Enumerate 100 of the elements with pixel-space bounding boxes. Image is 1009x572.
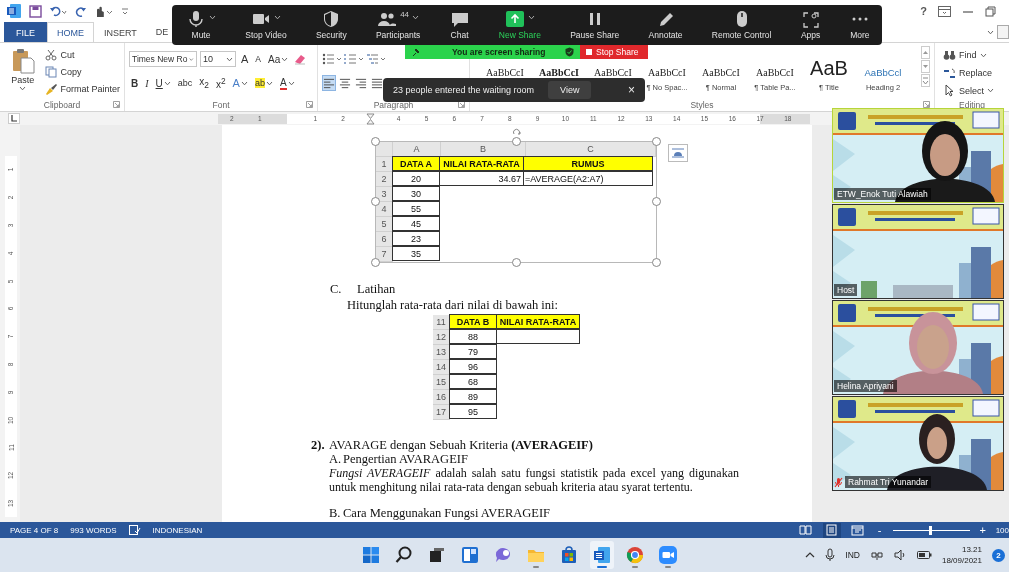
paste-button[interactable]: Paste (4, 46, 42, 98)
participant-name: Host (834, 284, 858, 296)
clipboard-command[interactable]: Copy (45, 64, 120, 79)
ribbon-tab[interactable]: HOME (47, 22, 94, 42)
input-language-button[interactable]: IND (845, 550, 860, 560)
list-marker: 2). (311, 438, 326, 452)
view-button[interactable]: View (548, 81, 592, 99)
section-heading: AVARAGE dengan Sebuah Kriteria (AVERAGEIF) (329, 438, 593, 452)
table-cell: RUMUS (523, 156, 653, 171)
zoom-out-button[interactable]: - (874, 524, 885, 536)
clipboard-command[interactable]: Cut (45, 47, 120, 62)
format-button[interactable]: A (239, 50, 251, 68)
style-preview[interactable]: AaBbCcI (594, 60, 632, 78)
meeting-mic-button[interactable]: Mute (186, 10, 216, 40)
format-button[interactable]: A (230, 74, 250, 92)
section-heading: Latihan (357, 282, 396, 296)
format-button[interactable]: x$^{2}$ (213, 74, 228, 92)
notification-badge[interactable]: 2 (992, 548, 1005, 562)
participant-name: Rahmat Tri Yunandar (845, 476, 932, 488)
style-preview[interactable]: AaBbCcl (864, 60, 902, 78)
stop-share-button[interactable]: Stop Share (580, 45, 648, 59)
ribbon-tab[interactable]: DE (146, 22, 169, 42)
table-cell: 55 (392, 201, 440, 216)
subsection-heading: Pengertian AVARAGEIF (343, 452, 468, 466)
participant-count: 44 (400, 10, 410, 19)
meeting-apps-button[interactable]: Apps (800, 10, 821, 40)
group-label: Styles (690, 99, 714, 110)
group-label: Font (212, 99, 230, 110)
clock[interactable]: 13.21 18/09/2021 (941, 544, 982, 566)
list-marker: A. (329, 452, 343, 466)
notification-text: 23 people entered the waiting room (393, 85, 535, 95)
meeting-video-button[interactable]: Stop Video (245, 10, 287, 40)
style-preview[interactable]: AaB (810, 56, 848, 78)
table-cell: 68 (449, 374, 497, 389)
video-tile[interactable]: ETW_Enok Tuti Alawiah (832, 108, 1004, 203)
participant-name: ETW_Enok Tuti Alawiah (834, 188, 931, 200)
table-cell: NILAI RATA-RATA (439, 156, 524, 171)
editing-command[interactable]: Select (943, 83, 994, 98)
table-cell: 96 (449, 359, 497, 374)
format-button[interactable]: U (153, 74, 173, 92)
table-cell: 23 (392, 231, 440, 246)
status-text: PAGE 4 OF 8 (10, 525, 59, 535)
group-label: Clipboard (43, 99, 81, 110)
language-button[interactable]: INDONESIAN (152, 525, 203, 535)
ribbon-tab[interactable]: INSERT (94, 22, 147, 42)
table-cell: 30 (392, 186, 440, 201)
table-cell: NILAI RATA-RATA (496, 314, 580, 329)
instruction-text: Hitunglah rata-rata dari nilai di bawah ini: (347, 298, 560, 312)
clipboard-command[interactable]: Format Painter (45, 81, 120, 96)
meeting-chat-button[interactable]: Chat (449, 10, 470, 40)
table-cell: 89 (449, 389, 497, 404)
format-button[interactable]: I (143, 74, 151, 92)
table-cell: 79 (449, 344, 497, 359)
table-cell: DATA B (449, 314, 497, 329)
format-button[interactable]: abc (175, 74, 195, 92)
table-cell: DATA A (392, 156, 440, 171)
format-button[interactable]: A (253, 50, 263, 68)
table-cell: 20 (392, 171, 440, 186)
video-tile[interactable]: Host (832, 204, 1004, 299)
style-preview[interactable]: AaBbCcI (539, 60, 579, 78)
file-tab[interactable]: FILE (4, 22, 47, 42)
video-tile[interactable]: Helina Apriyani (832, 300, 1004, 395)
meeting-pause-button[interactable]: Pause Share (570, 10, 620, 40)
font-name-field[interactable]: Times New Ro (129, 51, 197, 67)
meeting-participants-button[interactable]: 44 Participants (375, 10, 421, 40)
help-button[interactable]: ? (920, 5, 927, 17)
meeting-more-button[interactable]: More (849, 10, 870, 40)
list-marker: B. (329, 506, 342, 520)
status-text: 993 WORDS (70, 525, 117, 535)
format-button[interactable]: B (129, 74, 141, 92)
table-cell: 34.67 (439, 171, 524, 186)
editing-command[interactable]: Replace (943, 65, 994, 81)
meeting-annotate-button[interactable]: Annotate (648, 10, 683, 40)
table-cell: 35 (392, 246, 440, 261)
table-cell: 88 (449, 329, 497, 344)
format-button[interactable]: Aa (266, 50, 291, 68)
format-button[interactable]: A (277, 74, 297, 92)
style-preview[interactable]: AaBbCcI (702, 60, 740, 78)
style-preview[interactable]: AaBbCcI (648, 60, 686, 78)
table-cell: =AVERAGE(A2:A7) (523, 171, 653, 186)
meeting-share-button[interactable]: New Share (498, 10, 541, 40)
font-size-field[interactable]: 10 (200, 51, 236, 67)
format-button[interactable]: x$_{2}$ (197, 74, 211, 92)
meeting-remote-button[interactable]: Remote Control (711, 10, 772, 40)
close-button[interactable]: × (628, 83, 635, 97)
zoom-level-text[interactable]: 100 (995, 525, 1009, 535)
style-preview[interactable]: AaBbCcI (756, 60, 794, 78)
meeting-security-button[interactable]: Security (315, 10, 347, 40)
group-label: Editing (959, 99, 985, 110)
format-button[interactable]: ab (252, 74, 275, 92)
table-cell: 45 (392, 216, 440, 231)
subsection-heading: Cara Menggunakan Fungsi AVERAGEIF (343, 506, 551, 520)
style-preview[interactable]: AaBbCcI (486, 60, 524, 78)
group-label: Paragraph (373, 99, 414, 110)
editing-command[interactable]: Find (943, 48, 994, 63)
participant-name: Helina Apriyani (834, 380, 897, 392)
table-cell: 95 (449, 404, 497, 419)
list-marker: C. (330, 282, 343, 296)
video-tile[interactable]: Rahmat Tri Yunandar (832, 396, 1004, 491)
zoom-in-button[interactable]: + (977, 524, 988, 536)
